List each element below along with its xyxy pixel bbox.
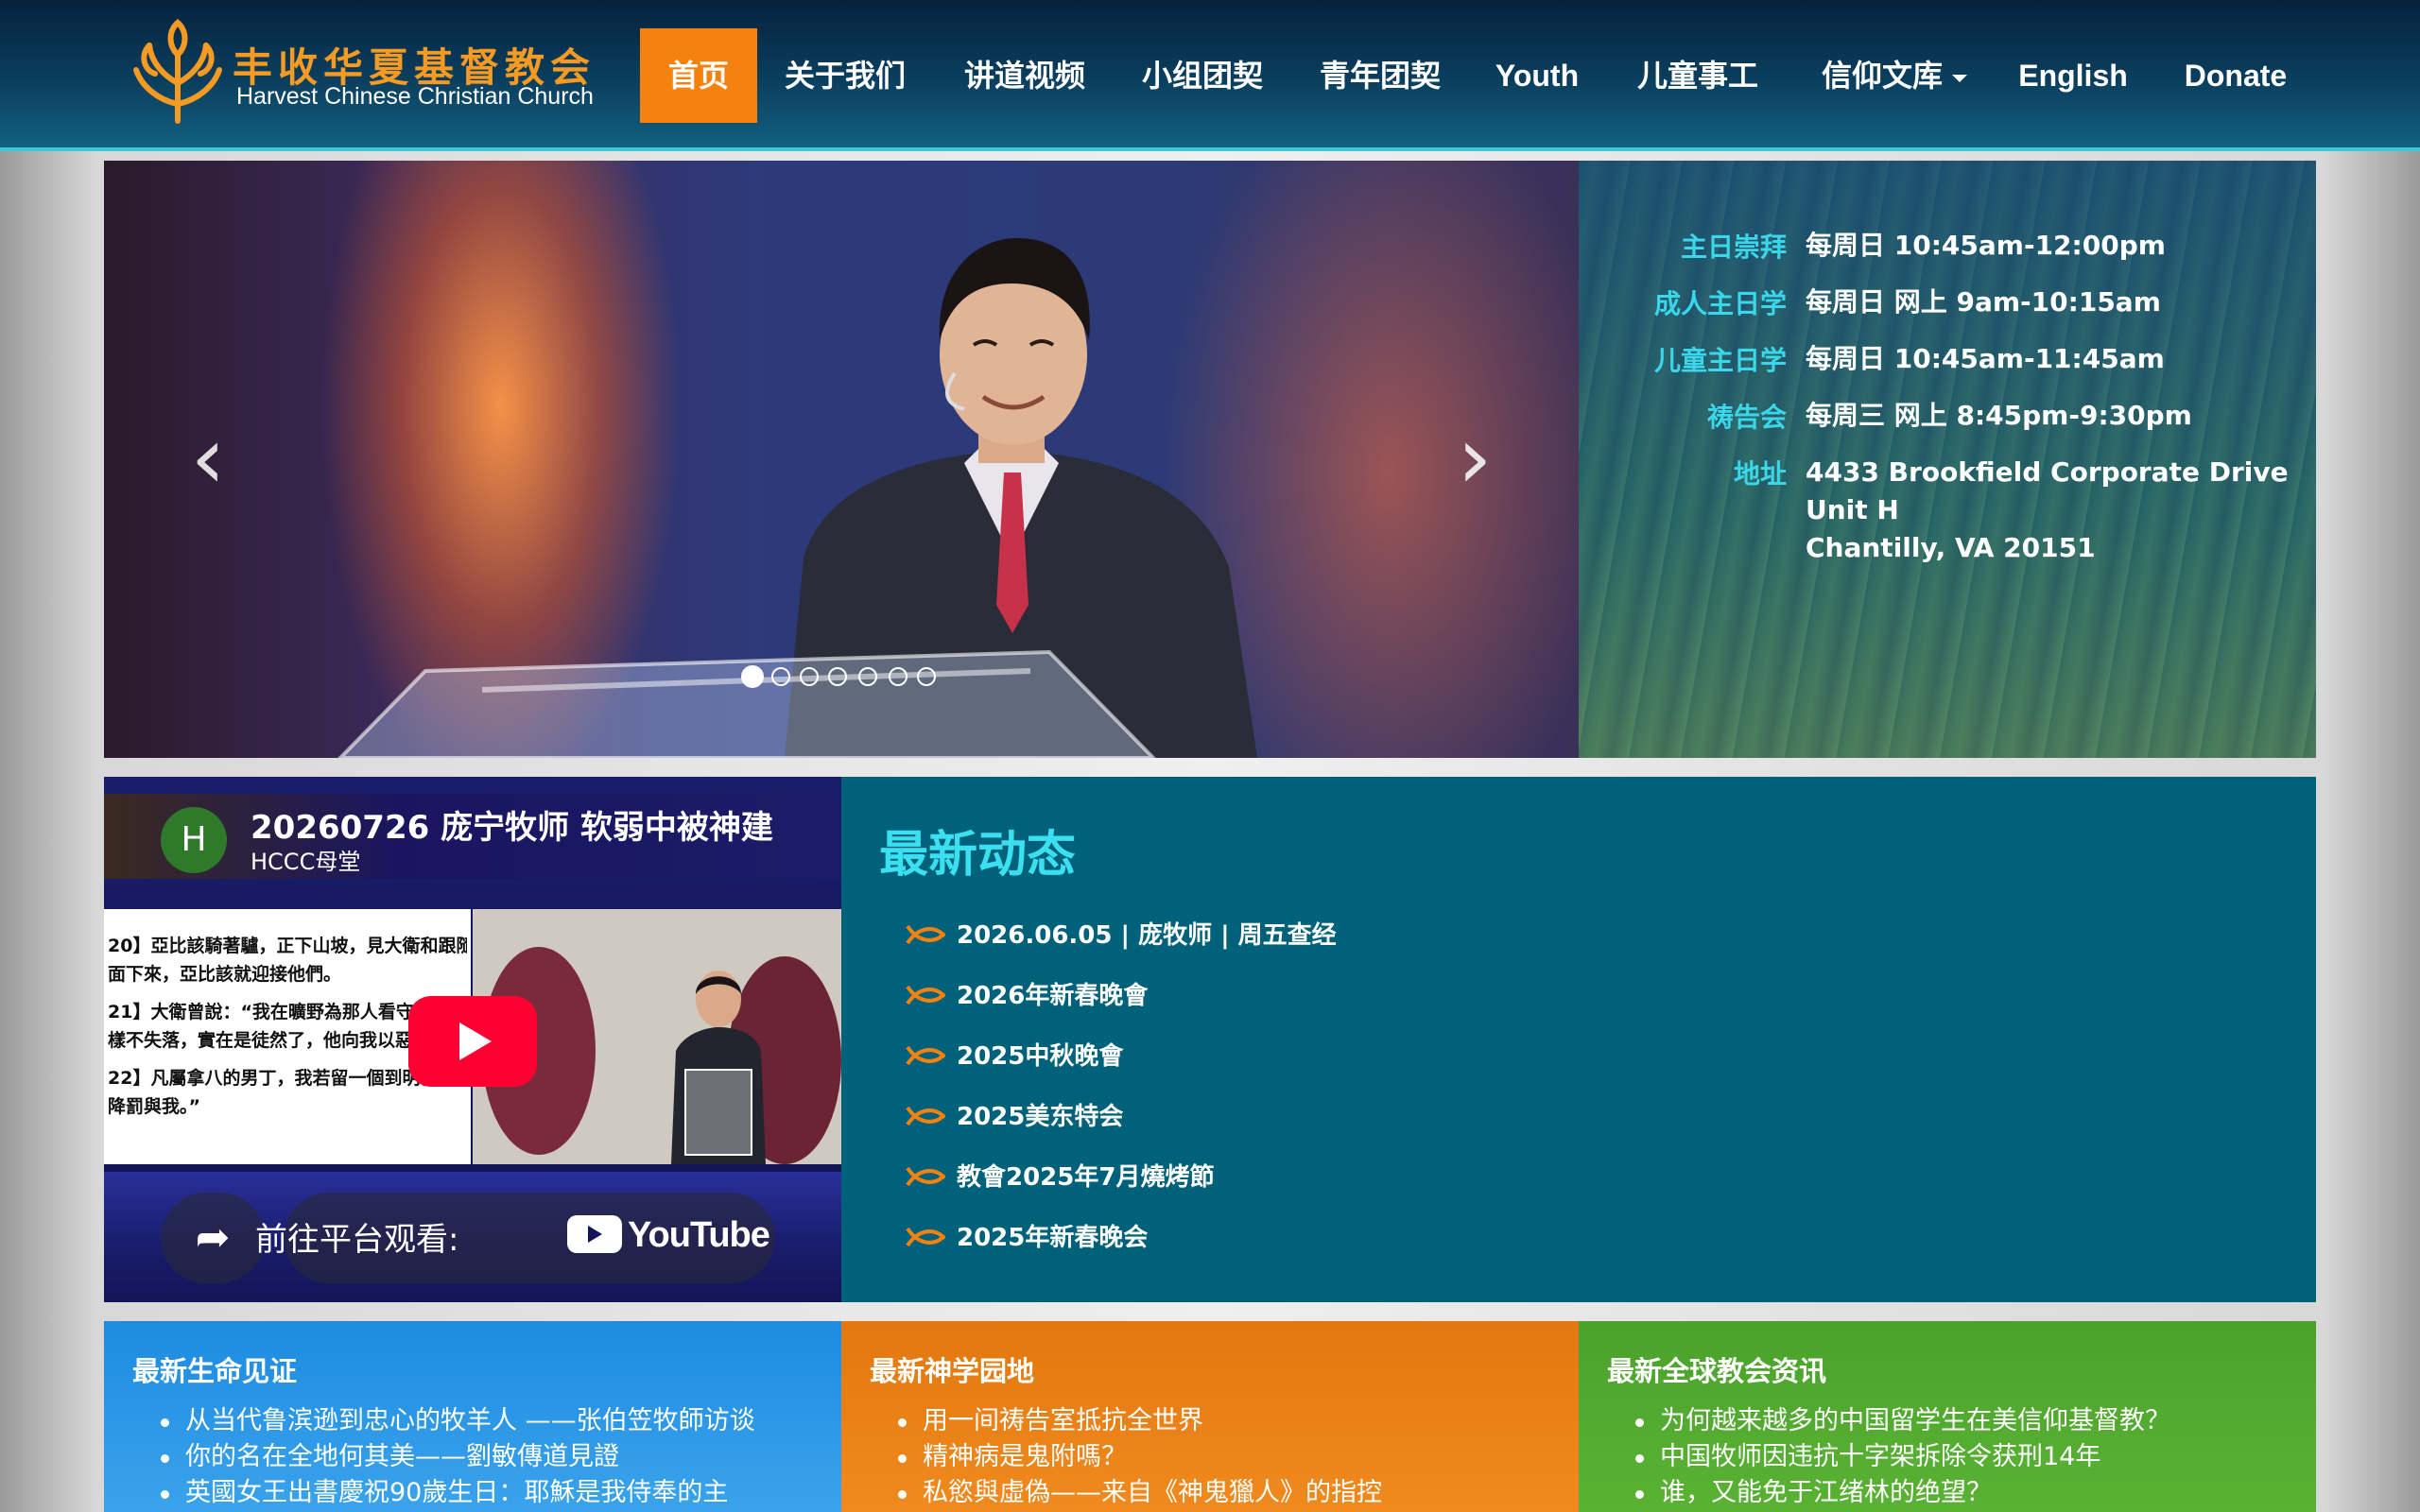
schedule-value: 每周日 10:45am-12:00pm (1806, 230, 2166, 261)
carousel-slide[interactable]: ‹ › (104, 161, 1579, 758)
nav-donate[interactable]: Donate (2165, 28, 2307, 123)
youtube-wordmark: YouTube (628, 1215, 770, 1255)
schedule-label: 成人主日学 (1653, 288, 1787, 319)
logo-english-name: Harvest Chinese Christian Church (236, 83, 594, 110)
nav-youth[interactable]: Youth (1477, 28, 1598, 123)
church-logo[interactable]: 丰收华夏基督教会 Harvest Chinese Christian Churc… (130, 17, 622, 130)
nav-small-groups[interactable]: 小组团契 (1123, 28, 1282, 123)
carousel-dot[interactable] (828, 667, 847, 686)
address-label: 地址 (1733, 458, 1787, 490)
carousel-dot[interactable] (917, 667, 936, 686)
address-line2: Unit H (1806, 494, 1899, 525)
carousel-prev-button[interactable]: ‹ (170, 415, 246, 502)
video-title[interactable]: 20260726 庞宁牧师 软弱中被神建 (251, 801, 773, 848)
video-channel-name[interactable]: HCCC母堂 (251, 843, 360, 876)
testimonies-column: 最新生命见证 从当代鲁滨逊到忠心的牧羊人 ——张伯笠牧師访谈 你的名在全地何其美… (104, 1321, 841, 1512)
news-item-link[interactable]: 2025中秋晚會 (957, 1038, 1123, 1075)
nav-faith-library-label: 信仰文库 (1821, 59, 1943, 93)
column-list-item[interactable]: 英國女王出書慶祝90歲生日：耶穌是我侍奉的主 (160, 1474, 728, 1512)
nav-english[interactable]: English (2006, 28, 2140, 123)
share-icon[interactable]: ➦ (161, 1193, 265, 1283)
carousel-dot[interactable] (741, 665, 764, 688)
news-item-link[interactable]: 2026.06.05 | 庞牧师 | 周五查经 (957, 917, 1337, 954)
youtube-play-button[interactable] (408, 996, 537, 1087)
ichthys-fish-icon (906, 924, 945, 945)
scripture-line: 面下來，亞比該就迎接他們。 (108, 964, 342, 985)
nav-sermon-videos[interactable]: 讲道视频 (945, 28, 1104, 123)
nav-faith-library[interactable]: 信仰文库 (1800, 28, 1989, 123)
carousel-dot[interactable] (771, 667, 790, 686)
service-schedule-panel: 主日崇拜 每周日 10:45am-12:00pm 成人主日学 每周日 网上 9a… (1579, 161, 2316, 758)
column-heading: 最新神学园地 (870, 1355, 1035, 1387)
schedule-label: 祷告会 (1706, 402, 1787, 433)
column-list-item[interactable]: 为何越来越多的中国留学生在美信仰基督教？ (1635, 1402, 2170, 1440)
column-list-item[interactable]: 从当代鲁滨逊到忠心的牧羊人 ——张伯笠牧師访谈 (161, 1402, 755, 1440)
youtube-logo: YouTube (567, 1214, 770, 1263)
schedule-value: 每周三 网上 8:45pm-9:30pm (1806, 400, 2192, 431)
hero-section: ‹ › 主日崇拜 每周日 10:45am-12:00pm 成人主日学 每周日 网… (104, 161, 2316, 758)
carousel-next-button[interactable]: › (1437, 415, 1512, 502)
latest-news-panel: 最新动态 2026.06.05 | 庞牧师 | 周五查经 2026年新春晚會 2… (841, 777, 2316, 1302)
watch-on-label: 前往平台观看: (255, 1221, 459, 1259)
carousel-dot[interactable] (800, 667, 819, 686)
column-heading: 最新生命见证 (132, 1355, 298, 1387)
schedule-label: 主日崇拜 (1680, 232, 1787, 263)
column-list-item[interactable]: 你的名在全地何其美——劉敏傳道見證 (161, 1438, 619, 1476)
ichthys-fish-icon (906, 1045, 945, 1066)
nav-youth-fellowship[interactable]: 青年团契 (1301, 28, 1460, 123)
column-list-item[interactable]: 谁，又能免于江绪林的绝望？ (1635, 1474, 1992, 1512)
schedule-value: 每周日 10:45am-11:45am (1806, 343, 2165, 374)
scripture-line: 20】亞比該騎著驢，正下山坡，見大衛和跟隨他 (108, 936, 467, 956)
address-line3: Chantilly, VA 20151 (1806, 532, 2096, 563)
ichthys-fish-icon (906, 1166, 945, 1187)
wheat-logo-icon (133, 18, 222, 124)
address-line1: 4433 Brookfield Corporate Drive (1806, 456, 2289, 488)
ichthys-fish-icon (906, 985, 945, 1005)
column-list-item[interactable]: 中国牧师因违抗十字架拆除令获刑14年 (1634, 1438, 2100, 1476)
ichthys-fish-icon (906, 1106, 945, 1126)
news-item-link[interactable]: 教會2025年7月燒烤節 (957, 1159, 1214, 1196)
schedule-label: 儿童主日学 (1653, 345, 1787, 376)
column-list-item[interactable]: 精神病是鬼附嗎？ (898, 1438, 1127, 1476)
ichthys-fish-icon (906, 1227, 945, 1247)
news-item-link[interactable]: 2026年新春晚會 (957, 977, 1148, 1015)
carousel-dot[interactable] (889, 667, 908, 686)
youtube-video-embed[interactable]: 20】亞比該騎著驢，正下山坡，見大衛和跟隨他 面下來，亞比該就迎接他們。 21】… (104, 777, 841, 1302)
schedule-value: 每周日 网上 9am-10:15am (1806, 286, 2161, 318)
channel-avatar[interactable]: H (161, 807, 227, 873)
column-heading: 最新全球教会资讯 (1607, 1355, 1827, 1387)
news-heading: 最新动态 (879, 827, 1077, 884)
news-item-link[interactable]: 2025美东特会 (957, 1098, 1123, 1136)
caret-down-icon (1952, 74, 1967, 82)
nav-children-ministry[interactable]: 儿童事工 (1615, 28, 1781, 123)
column-list-item[interactable]: 私慾與虛偽——来自《神鬼獵人》的指控 (898, 1474, 1382, 1512)
column-list-item[interactable]: 用一间祷告室抵抗全世界 (898, 1402, 1203, 1440)
theology-column: 最新神学园地 用一间祷告室抵抗全世界 精神病是鬼附嗎？ 私慾與虛偽——来自《神鬼… (841, 1321, 1579, 1512)
nav-home[interactable]: 首页 (640, 28, 757, 123)
youtube-play-icon (567, 1214, 622, 1253)
nav-about-us[interactable]: 关于我们 (766, 28, 925, 123)
global-church-news-column: 最新全球教会资讯 为何越来越多的中国留学生在美信仰基督教？ 中国牧师因违抗十字架… (1579, 1321, 2316, 1512)
top-navbar: 丰收华夏基督教会 Harvest Chinese Christian Churc… (0, 0, 2420, 151)
carousel-dot[interactable] (858, 667, 877, 686)
scripture-line: 降罰與我。” (108, 1096, 200, 1117)
news-item-link[interactable]: 2025年新春晚会 (957, 1219, 1148, 1257)
